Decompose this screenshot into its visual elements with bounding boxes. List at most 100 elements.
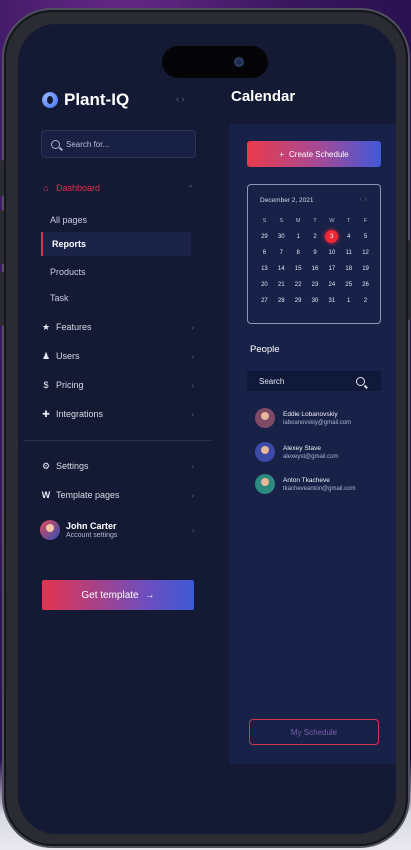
calendar-day[interactable]: 6 (256, 247, 273, 258)
calendar-weekday: S (262, 217, 267, 224)
user-icon: ♟ (41, 350, 51, 361)
calendar-day[interactable]: 28 (273, 295, 290, 306)
calendar-day[interactable]: 15 (290, 263, 307, 274)
calendar-day[interactable]: 20 (256, 279, 273, 290)
avatar (255, 474, 275, 494)
chevron-right-icon: › (191, 490, 194, 500)
calendar-day[interactable]: 24 (323, 279, 340, 290)
calendar-day[interactable]: 17 (323, 263, 340, 274)
page-title: Calendar (231, 88, 296, 105)
get-template-label: Get template (81, 589, 139, 601)
sidebar-item-label: Settings (56, 461, 89, 471)
calendar-day[interactable]: 1 (340, 295, 357, 306)
calendar-day[interactable]: 3 (323, 230, 340, 243)
calendar-month-label: December 2, 2021 (260, 197, 314, 204)
get-template-button[interactable]: Get template → (42, 580, 194, 610)
calendar-day[interactable]: 25 (340, 279, 357, 290)
sidebar-item-template-pages[interactable]: W Template pages › (40, 484, 200, 506)
calendar-day[interactable]: 21 (273, 279, 290, 290)
sidebar-item-label: Dashboard (56, 183, 101, 193)
calendar-day[interactable]: 1 (290, 231, 307, 242)
search-placeholder: Search for... (66, 139, 110, 149)
calendar-nav-arrows-icon[interactable]: ‹› (359, 196, 370, 203)
list-item[interactable]: Eddie Lobanovskiy laboanovskiy@gmail.com (255, 408, 351, 428)
chevron-right-icon: › (191, 351, 194, 361)
calendar-day[interactable]: 13 (256, 263, 273, 274)
sidebar-item-users[interactable]: ♟ Users › (40, 345, 200, 367)
calendar-day[interactable]: 18 (340, 263, 357, 274)
calendar-day[interactable]: 2 (357, 295, 374, 306)
chevron-up-icon: ⌃ (187, 183, 194, 193)
calendar-day[interactable]: 30 (307, 295, 324, 306)
arrow-right-icon: → (144, 589, 155, 601)
chevron-right-icon: › (191, 409, 194, 419)
sidebar-item-features[interactable]: ★ Features › (40, 316, 200, 338)
sidebar-item-settings[interactable]: ⚙ Settings › (40, 455, 200, 477)
phone-side-button (0, 160, 4, 196)
sidebar-item-pricing[interactable]: $ Pricing › (40, 374, 200, 396)
calendar-widget: December 2, 2021 ‹› S S M T W T F 29 30 1 2 3 4 5 6 7 8 9… (247, 184, 381, 324)
calendar-day[interactable]: 19 (357, 263, 374, 274)
sidebar-item-label: Pricing (56, 380, 84, 390)
calendar-day[interactable]: 11 (340, 247, 357, 258)
app-logo[interactable]: Plant-IQ (42, 90, 129, 110)
calendar-day[interactable]: 30 (273, 231, 290, 242)
calendar-day[interactable]: 10 (323, 247, 340, 258)
calendar-day[interactable]: 29 (256, 231, 273, 242)
chevron-right-icon: › (191, 461, 194, 471)
calendar-day[interactable]: 2 (307, 231, 324, 242)
home-icon: ⌂ (43, 183, 49, 193)
people-search-input[interactable]: Search (247, 371, 381, 391)
calendar-day[interactable]: 29 (290, 295, 307, 306)
collapse-sidebar-icon[interactable]: ‹ › (176, 94, 185, 104)
my-schedule-button[interactable]: My Schedule (249, 719, 379, 745)
sidebar-search-input[interactable]: Search for... (41, 130, 196, 158)
gear-icon: ⚙ (41, 460, 51, 471)
person-name: Alexey Stave (283, 444, 321, 452)
camera-icon (234, 57, 244, 67)
calendar-day[interactable]: 4 (340, 231, 357, 242)
calendar-day[interactable]: 7 (273, 247, 290, 258)
sidebar-item-label: Integrations (56, 409, 104, 419)
avatar (40, 520, 60, 540)
sidebar-item-label: Template pages (56, 490, 120, 500)
calendar-day[interactable]: 31 (323, 295, 340, 306)
calendar-day[interactable]: 22 (290, 279, 307, 290)
chevron-right-icon: › (192, 526, 195, 535)
calendar-day[interactable]: 14 (273, 263, 290, 274)
calendar-day[interactable]: 23 (307, 279, 324, 290)
list-item[interactable]: Anton Tkacheve tkacheveanton@gmail.com (255, 474, 355, 494)
list-item[interactable]: Alexey Stave alexeyst@gmail.com (255, 442, 338, 462)
calendar-day[interactable]: 8 (290, 247, 307, 258)
sidebar: Plant-IQ ‹ › Search for... ⌂ Dashboard ⌃… (18, 24, 214, 834)
calendar-weekday: F (363, 217, 368, 224)
calendar-weekday: T (347, 217, 351, 224)
person-email: laboanovskiy@gmail.com (283, 419, 352, 426)
calendar-day[interactable]: 5 (357, 231, 374, 242)
phone-side-button (0, 210, 4, 264)
chevron-right-icon: › (191, 322, 194, 332)
sidebar-item-integrations[interactable]: ✚ Integrations › (40, 403, 200, 425)
sidebar-item-dashboard[interactable]: ⌂ Dashboard ⌃ (40, 177, 200, 199)
sidebar-subitem-task[interactable]: Task (50, 293, 69, 303)
calendar-grid: S S M T W T F 29 30 1 2 3 4 5 6 7 8 9 10 11 12 13 14 15 16 17 18 19… (256, 215, 374, 306)
sidebar-subitem-reports[interactable]: Reports (41, 232, 191, 256)
avatar (255, 408, 275, 428)
calendar-day[interactable]: 26 (357, 279, 374, 290)
sidebar-item-label: Users (56, 351, 80, 361)
account-settings[interactable]: John Carter Account settings (40, 520, 117, 540)
avatar (255, 442, 275, 462)
sidebar-subitem-products[interactable]: Products (50, 267, 86, 277)
sidebar-subitem-all-pages[interactable]: All pages (50, 215, 87, 225)
sidebar-item-label: Features (56, 322, 92, 332)
calendar-day[interactable]: 27 (256, 295, 273, 306)
calendar-day[interactable]: 12 (357, 247, 374, 258)
person-email: tkacheveanton@gmail.com (283, 485, 356, 492)
profile-name: John Carter (66, 521, 117, 531)
calendar-day[interactable]: 16 (307, 263, 324, 274)
calendar-weekday: M (295, 217, 301, 224)
calendar-day[interactable]: 9 (307, 247, 324, 258)
create-schedule-button[interactable]: + Create Schedule (247, 141, 381, 167)
search-icon (356, 377, 365, 386)
person-name: Anton Tkacheve (283, 476, 330, 484)
